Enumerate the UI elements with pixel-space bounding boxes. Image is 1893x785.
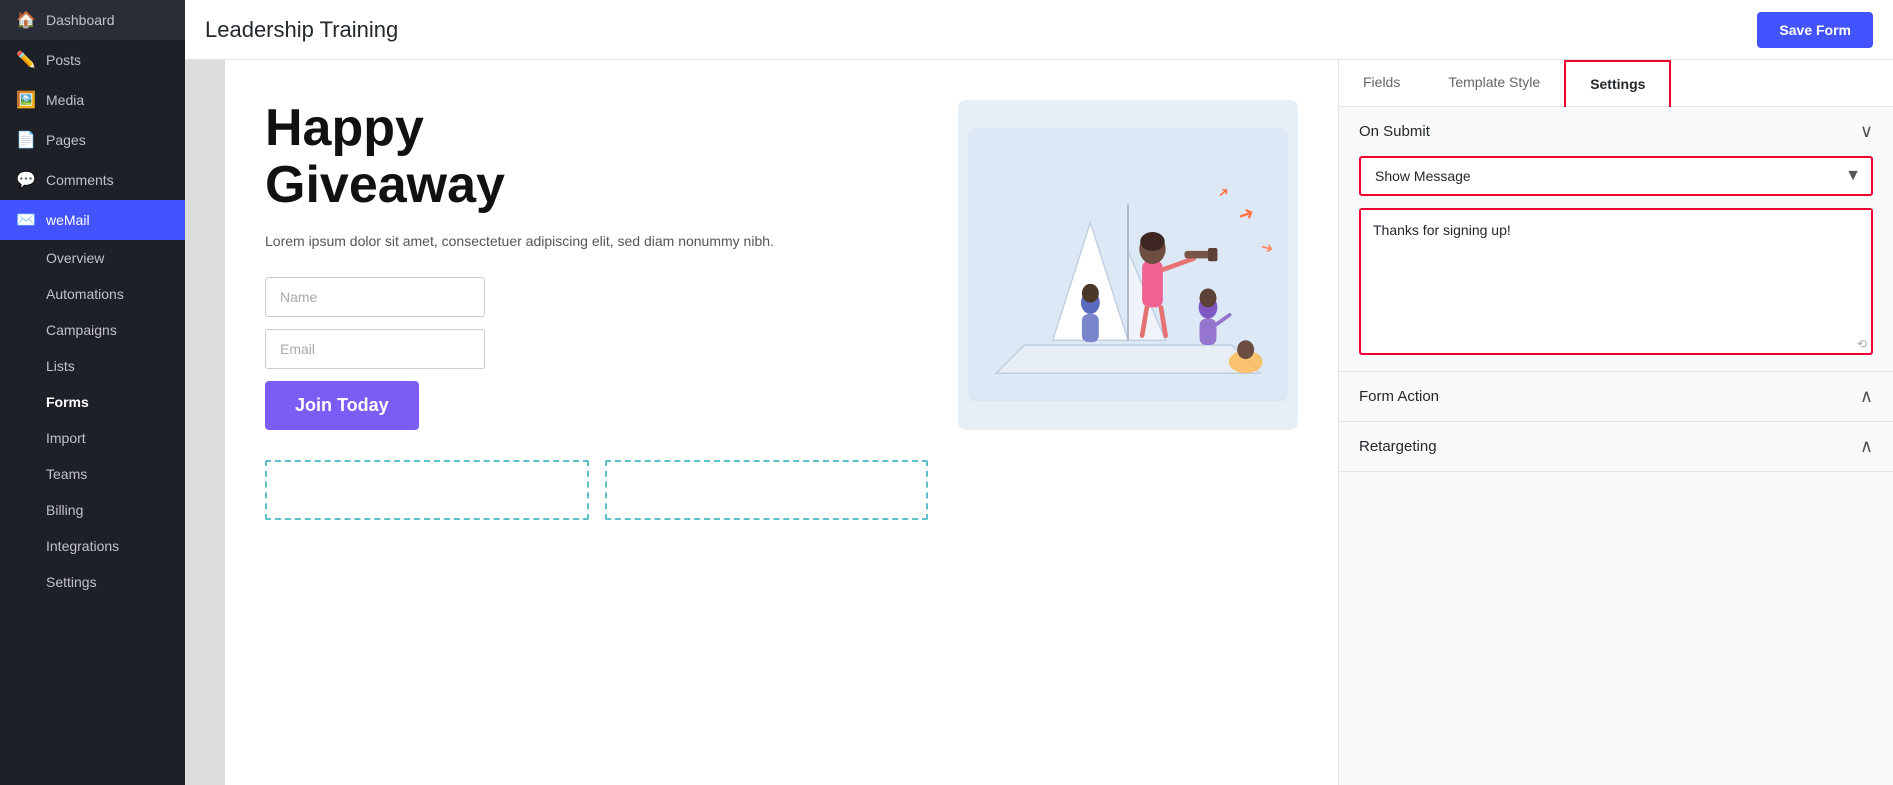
save-form-button[interactable]: Save Form (1757, 12, 1873, 48)
message-textarea[interactable] (1361, 210, 1871, 330)
tab-template-style[interactable]: Template Style (1424, 60, 1564, 106)
tab-fields[interactable]: Fields (1339, 60, 1424, 106)
illustration-svg: ➜ ➜ ➜ (968, 120, 1288, 410)
form-heading: Happy Giveaway (265, 100, 928, 214)
form-left: Happy Giveaway Lorem ipsum dolor sit ame… (265, 100, 928, 520)
dashboard-icon: 🏠 (16, 10, 36, 30)
illustration-area: ➜ ➜ ➜ (958, 100, 1298, 430)
on-submit-section: On Submit ∨ Show Message Redirect URL No… (1339, 107, 1893, 372)
sidebar-item-lists[interactable]: Lists (0, 348, 185, 384)
sidebar-item-posts[interactable]: ✏️ Posts (0, 40, 185, 80)
show-message-select-wrapper: Show Message Redirect URL No Action ▼ (1359, 156, 1873, 196)
comments-icon: 💬 (16, 170, 36, 190)
sidebar-item-settings[interactable]: Settings (0, 564, 185, 600)
sidebar-item-billing[interactable]: Billing (0, 492, 185, 528)
sidebar-item-campaigns[interactable]: Campaigns (0, 312, 185, 348)
retargeting-section: Retargeting ∧ (1339, 422, 1893, 472)
on-submit-chevron: ∨ (1860, 121, 1873, 142)
wemail-icon: ✉️ (16, 210, 36, 230)
form-action-header[interactable]: Form Action ∧ (1339, 372, 1893, 421)
sidebar-item-label: Import (46, 430, 86, 446)
sidebar-item-wemail[interactable]: ✉️ weMail (0, 200, 185, 240)
sidebar-item-label: Media (46, 92, 84, 108)
sidebar-item-overview[interactable]: Overview (0, 240, 185, 276)
sidebar-item-media[interactable]: 🖼️ Media (0, 80, 185, 120)
sidebar-item-label: Teams (46, 466, 87, 482)
on-submit-select[interactable]: Show Message Redirect URL No Action (1359, 156, 1873, 196)
topbar: Leadership Training Save Form (185, 0, 1893, 60)
message-textarea-wrapper: ⟲ (1359, 208, 1873, 355)
pages-icon: 📄 (16, 130, 36, 150)
sidebar: 🏠 Dashboard ✏️ Posts 🖼️ Media 📄 Pages 💬 … (0, 0, 185, 785)
sidebar-item-label: weMail (46, 212, 90, 228)
panel-tabs: Fields Template Style Settings (1339, 60, 1893, 107)
sidebar-item-label: Integrations (46, 538, 119, 554)
sidebar-item-label: Pages (46, 132, 86, 148)
main-content: Leadership Training Save Form Happy Give… (185, 0, 1893, 785)
form-preview: Happy Giveaway Lorem ipsum dolor sit ame… (225, 60, 1338, 785)
right-panel: Fields Template Style Settings On Submit… (1338, 60, 1893, 785)
form-description: Lorem ipsum dolor sit amet, consectetuer… (265, 230, 928, 252)
tab-settings[interactable]: Settings (1564, 60, 1671, 107)
dashed-placeholder-row (265, 460, 928, 520)
body-area: Happy Giveaway Lorem ipsum dolor sit ame… (185, 60, 1893, 785)
sidebar-item-pages[interactable]: 📄 Pages (0, 120, 185, 160)
sidebar-item-label: Billing (46, 502, 83, 518)
on-submit-header[interactable]: On Submit ∨ (1339, 107, 1893, 156)
sidebar-item-label: Settings (46, 574, 97, 590)
sidebar-item-label: Posts (46, 52, 81, 68)
sidebar-item-label: Automations (46, 286, 124, 302)
sidebar-item-forms[interactable]: Forms (0, 384, 185, 420)
retargeting-chevron: ∧ (1860, 436, 1873, 457)
sidebar-item-label: Overview (46, 250, 104, 266)
textarea-resize-handle: ⟲ (1361, 335, 1871, 353)
sidebar-item-label: Dashboard (46, 12, 115, 28)
page-title: Leadership Training (205, 17, 398, 43)
form-action-chevron: ∧ (1860, 386, 1873, 407)
sidebar-item-teams[interactable]: Teams (0, 456, 185, 492)
dashed-box-right (605, 460, 929, 520)
media-icon: 🖼️ (16, 90, 36, 110)
posts-icon: ✏️ (16, 50, 36, 70)
retargeting-label: Retargeting (1359, 438, 1437, 455)
sidebar-item-label: Campaigns (46, 322, 117, 338)
form-action-section: Form Action ∧ (1339, 372, 1893, 422)
sidebar-item-label: Comments (46, 172, 114, 188)
sidebar-item-import[interactable]: Import (0, 420, 185, 456)
sidebar-item-automations[interactable]: Automations (0, 276, 185, 312)
sidebar-item-label: Lists (46, 358, 75, 374)
sidebar-item-integrations[interactable]: Integrations (0, 528, 185, 564)
sidebar-item-label: Forms (46, 394, 89, 410)
on-submit-label: On Submit (1359, 123, 1430, 140)
preview-area: Happy Giveaway Lorem ipsum dolor sit ame… (185, 60, 1338, 785)
name-field-preview: Name (265, 277, 485, 317)
sidebar-item-dashboard[interactable]: 🏠 Dashboard (0, 0, 185, 40)
sidebar-item-comments[interactable]: 💬 Comments (0, 160, 185, 200)
form-action-label: Form Action (1359, 388, 1439, 405)
dashed-box-left (265, 460, 589, 520)
retargeting-header[interactable]: Retargeting ∧ (1339, 422, 1893, 471)
email-field-preview: Email (265, 329, 485, 369)
join-today-button[interactable]: Join Today (265, 381, 419, 430)
